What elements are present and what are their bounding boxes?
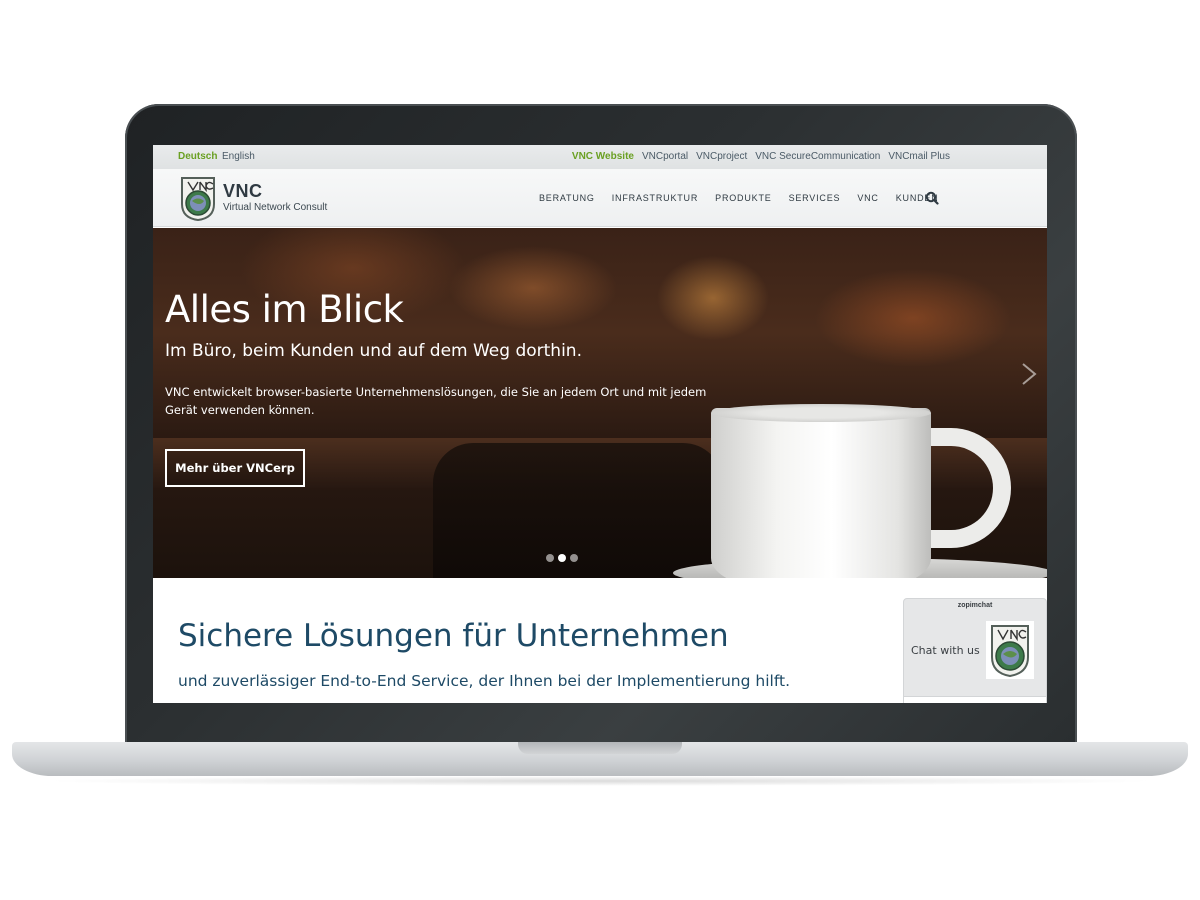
main-menu: BERATUNG INFRASTRUKTUR PRODUKTE SERVICES… <box>539 193 939 203</box>
hero-slider: Alles im Blick Im Büro, beim Kunden und … <box>153 228 1047 578</box>
main-navbar: VNC Virtual Network Consult BERATUNG INF… <box>153 169 1047 227</box>
section-subtitle: und zuverlässiger End-to-End Service, de… <box>178 672 791 690</box>
language-deutsch-link[interactable]: Deutsch <box>178 151 217 162</box>
chat-avatar <box>986 621 1034 679</box>
hero-description: VNC entwickelt browser-basierte Unterneh… <box>165 385 707 417</box>
laptop-notch <box>518 742 682 754</box>
chat-label[interactable]: Chat with us <box>911 644 980 657</box>
section-title: Sichere Lösungen für Unternehmen <box>178 618 729 654</box>
hero-subtitle: Im Büro, beim Kunden und auf dem Weg dor… <box>165 341 582 361</box>
chevron-right-icon[interactable] <box>1017 360 1041 388</box>
top-utility-bar: Deutsch English VNC Website VNCportal VN… <box>153 145 1047 169</box>
coffee-cup-rim <box>711 404 931 422</box>
logo-title[interactable]: VNC <box>223 181 263 202</box>
laptop-shadow <box>40 776 1160 786</box>
chat-input-strip[interactable] <box>904 696 1046 703</box>
menu-item-beratung[interactable]: BERATUNG <box>539 193 595 203</box>
menu-item-vnc[interactable]: VNC <box>857 193 878 203</box>
site-links: VNC Website VNCportal VNCproject VNC Sec… <box>572 151 950 162</box>
chat-widget[interactable]: zopimchat Chat with us <box>903 598 1047 703</box>
slider-dot-active[interactable] <box>558 554 566 562</box>
site-link-vnc-website[interactable]: VNC Website <box>572 151 634 162</box>
language-english-link[interactable]: English <box>222 151 255 162</box>
menu-item-produkte[interactable]: PRODUKTE <box>715 193 771 203</box>
logo-subtitle: Virtual Network Consult <box>223 202 328 213</box>
coffee-cup-image <box>711 408 931 578</box>
hero-title: Alles im Blick <box>165 288 404 331</box>
search-icon[interactable] <box>925 191 939 205</box>
slider-dots <box>546 554 578 562</box>
site-link-vncproject[interactable]: VNCproject <box>696 151 747 162</box>
vnc-logo-badge[interactable] <box>178 174 218 222</box>
site-link-vnc-securecommunication[interactable]: VNC SecureCommunication <box>755 151 880 162</box>
site-link-vncmail-plus[interactable]: VNCmail Plus <box>888 151 950 162</box>
laptop-screen: Deutsch English VNC Website VNCportal VN… <box>153 145 1047 703</box>
more-about-vncerp-button[interactable]: Mehr über VNCerp <box>165 449 305 487</box>
site-link-vncportal[interactable]: VNCportal <box>642 151 688 162</box>
background-chair <box>433 443 723 578</box>
slider-dot[interactable] <box>546 554 554 562</box>
menu-item-infrastruktur[interactable]: INFRASTRUKTUR <box>612 193 698 203</box>
chat-brand: zopimchat <box>957 602 993 609</box>
menu-item-services[interactable]: SERVICES <box>789 193 841 203</box>
slider-dot[interactable] <box>570 554 578 562</box>
